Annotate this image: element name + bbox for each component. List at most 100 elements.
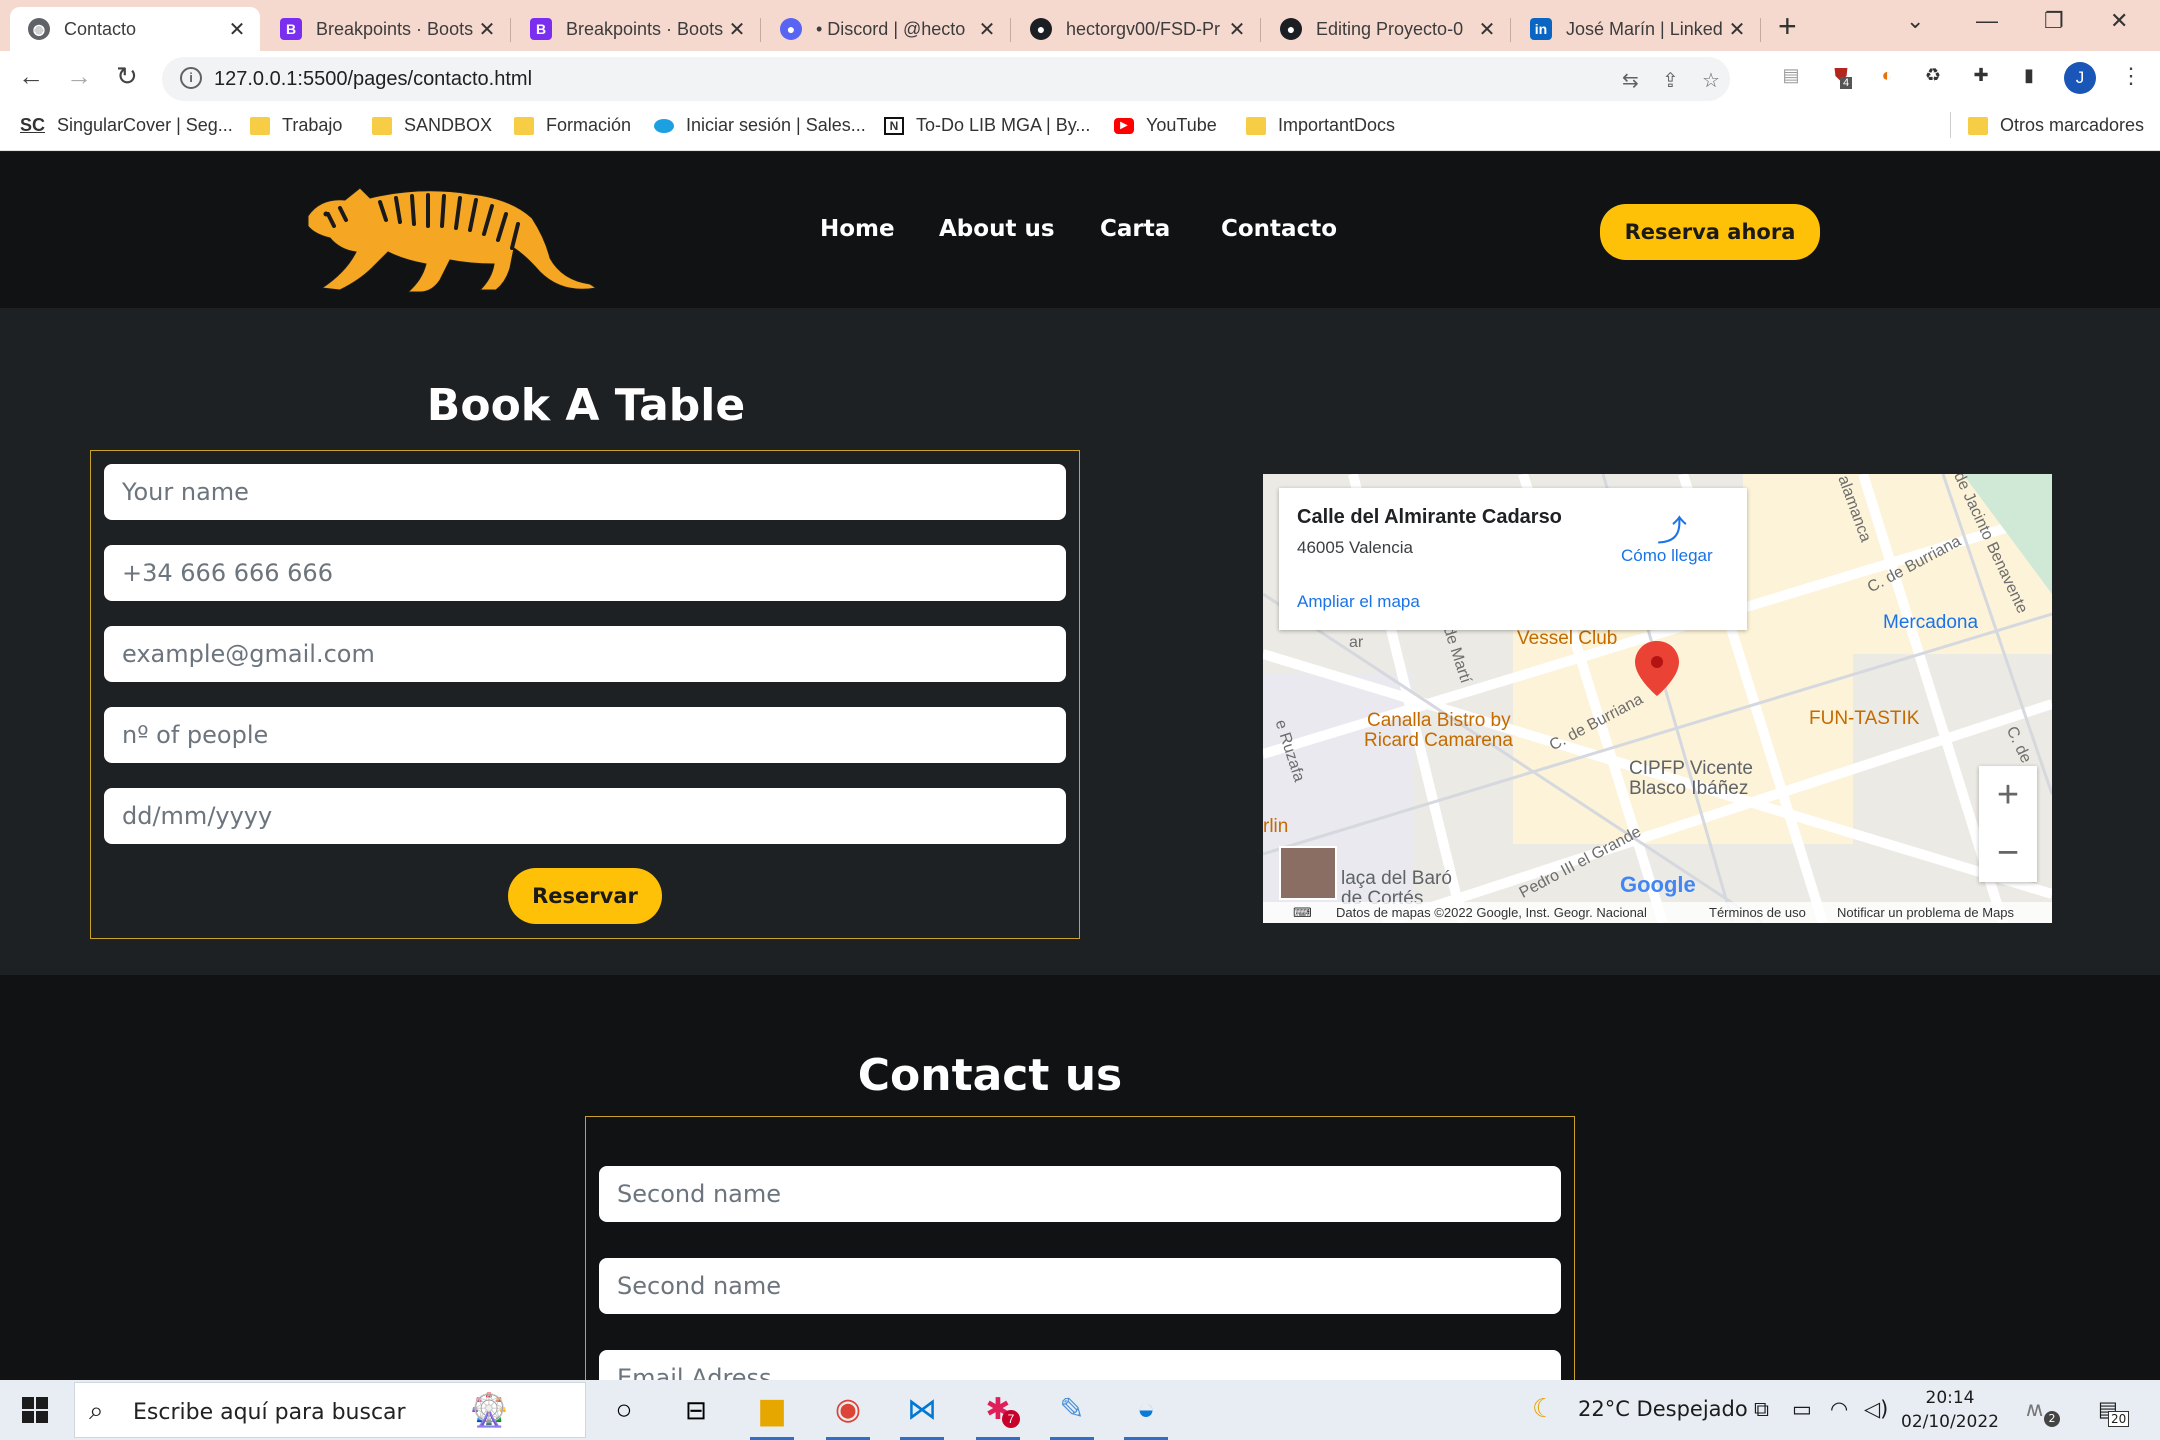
terms-link[interactable]: Términos de uso (1709, 905, 1806, 920)
tab-breakpoints-2[interactable]: B Breakpoints · Boots ✕ (512, 7, 760, 51)
share-icon[interactable]: ⇪ (1662, 68, 1679, 93)
close-icon[interactable]: ✕ (1476, 17, 1498, 42)
forward-icon[interactable]: → (66, 61, 92, 92)
linkedin-icon: in (1530, 18, 1552, 40)
extension-tab-icon[interactable]: ▤ (1778, 65, 1804, 91)
tiger-logo[interactable] (300, 168, 600, 298)
date-input[interactable] (104, 788, 1066, 844)
reload-icon[interactable]: ↻ (116, 61, 138, 92)
site-info-icon[interactable]: i (180, 67, 202, 89)
screen-icon[interactable]: ⧉ (1754, 1397, 1769, 1422)
restore-icon[interactable]: ❐ (2044, 8, 2064, 34)
file-explorer-icon[interactable]: ▆ (750, 1388, 794, 1440)
tab-breakpoints-1[interactable]: B Breakpoints · Boots ✕ (262, 7, 510, 51)
bookmark-trabajo[interactable]: Trabajo (250, 115, 342, 136)
clock[interactable]: 20:14 02/10/2022 (1900, 1386, 2000, 1434)
bookmark-label: Formación (546, 115, 632, 135)
edge-icon[interactable]: ◒ (1124, 1388, 1168, 1440)
minimize-icon[interactable]: — (1976, 8, 1998, 34)
folder-icon (1246, 116, 1266, 135)
taskbar-search[interactable]: ⌕ Escribe aquí para buscar 🎡 (74, 1382, 586, 1438)
poi-canalla-bistro[interactable]: Canalla Bistro by (1367, 710, 1511, 732)
paint-icon[interactable]: ✎ (1050, 1388, 1094, 1440)
poi-placa-baro[interactable]: laça del Baró (1341, 868, 1452, 890)
cortana-icon[interactable]: ○ (602, 1388, 646, 1432)
close-icon[interactable]: ✕ (476, 17, 498, 42)
zoom-out-button[interactable]: − (1979, 824, 2037, 882)
new-tab-icon[interactable]: + (1778, 8, 1797, 45)
profile-avatar[interactable]: J (2064, 62, 2096, 94)
poi-vessel-club[interactable]: Vessel Club (1517, 628, 1617, 650)
poi-mercadona[interactable]: Mercadona (1883, 612, 1978, 634)
poi-cipfp[interactable]: CIPFP Vicente (1629, 758, 1753, 780)
weather-text[interactable]: 22°C Despejado (1578, 1397, 1748, 1421)
map-place-address: 46005 Valencia (1297, 538, 1413, 557)
extensions-puzzle-icon[interactable]: ✚ (1968, 65, 1994, 91)
bookmark-star-icon[interactable]: ☆ (1702, 68, 1720, 93)
window-close-icon[interactable]: ✕ (2110, 8, 2128, 34)
second-name-input[interactable] (599, 1166, 1561, 1222)
tab-github-editing[interactable]: ● Editing Proyecto-0 ✕ (1262, 7, 1510, 51)
side-panel-icon[interactable]: ▮ (2016, 65, 2042, 91)
reserva-ahora-button[interactable]: Reserva ahora (1600, 204, 1820, 260)
bookmark-formacion[interactable]: Formación (514, 115, 631, 136)
close-icon[interactable]: ✕ (726, 17, 748, 42)
meet-now-icon[interactable]: ʍ2 (2026, 1397, 2060, 1427)
directions-icon[interactable]: ⤴ (1657, 506, 1687, 550)
zoom-in-button[interactable]: + (1979, 766, 2037, 824)
google-map[interactable]: Vessel Club Mercadona FUN-TASTIK Canalla… (1263, 474, 2052, 923)
menu-kebab-icon[interactable]: ⋮ (2120, 63, 2142, 89)
bookmark-importantdocs[interactable]: ImportantDocs (1246, 115, 1395, 136)
close-icon[interactable]: ✕ (976, 17, 998, 42)
tab-discord[interactable]: ● • Discord | @hecto ✕ (762, 7, 1010, 51)
task-view-icon[interactable]: ⊟ (674, 1388, 718, 1432)
name-input[interactable] (104, 464, 1066, 520)
close-icon[interactable]: ✕ (1726, 17, 1748, 42)
phone-input[interactable] (104, 545, 1066, 601)
poi-fun-tastik[interactable]: FUN-TASTIK (1809, 708, 1919, 730)
tab-contacto[interactable]: ◍ Contacto ✕ (10, 7, 260, 51)
bookmark-otros-marcadores[interactable]: Otros marcadores (1968, 115, 2144, 136)
bookmark-sandbox[interactable]: SANDBOX (372, 115, 492, 136)
volume-icon[interactable]: ◁) (1864, 1397, 1888, 1421)
second-name-input-2[interactable] (599, 1258, 1561, 1314)
notification-center-icon[interactable]: ▤ 20 (2098, 1397, 2130, 1427)
nav-carta[interactable]: Carta (1100, 216, 1170, 242)
reservar-button[interactable]: Reservar (508, 868, 662, 924)
enlarge-map-link[interactable]: Ampliar el mapa (1297, 592, 1420, 612)
tab-linkedin[interactable]: in José Marín | Linked ✕ (1512, 7, 1760, 51)
chrome-icon[interactable]: ◉ (826, 1388, 870, 1440)
moon-weather-icon[interactable]: ☾ (1532, 1394, 1555, 1424)
email-address-input[interactable] (599, 1350, 1561, 1380)
wifi-icon[interactable]: ◠ (1830, 1397, 1848, 1421)
windows-start-icon[interactable] (22, 1397, 48, 1423)
close-icon[interactable]: ✕ (226, 17, 248, 42)
email-input[interactable] (104, 626, 1066, 682)
url-text[interactable]: 127.0.0.1:5500/pages/contacto.html (214, 68, 532, 91)
close-icon[interactable]: ✕ (1226, 17, 1248, 42)
directions-link[interactable]: Cómo llegar (1621, 546, 1713, 566)
tab-search-chevron-icon[interactable]: ⌄ (1906, 8, 1924, 34)
keyboard-icon[interactable]: ⌨ (1293, 905, 1312, 921)
vscode-icon[interactable]: ⋈ (900, 1388, 944, 1440)
recycle-icon[interactable]: ♻ (1920, 65, 1946, 91)
poi-cipfp-sub: Blasco Ibáñez (1629, 778, 1749, 799)
ublock-icon[interactable]: ⛊ 4 (1828, 65, 1854, 91)
battery-icon[interactable]: ▭ (1792, 1397, 1812, 1421)
nav-contacto[interactable]: Contacto (1221, 216, 1337, 242)
bookmark-todo[interactable]: N To-Do LIB MGA | By... (884, 115, 1090, 136)
address-bar[interactable]: i 127.0.0.1:5500/pages/contacto.html ⇆ ⇪… (162, 57, 1730, 101)
bookmark-singularcover[interactable]: SC SingularCover | Seg... (20, 115, 233, 136)
nav-home[interactable]: Home (820, 216, 895, 242)
back-icon[interactable]: ← (18, 61, 44, 92)
bookmark-youtube[interactable]: ▶ YouTube (1114, 115, 1217, 136)
slack-icon[interactable]: ✱ 7 (976, 1388, 1020, 1440)
bookmark-salesforce[interactable]: Iniciar sesión | Sales... (654, 115, 866, 136)
nav-about-us[interactable]: About us (939, 216, 1055, 242)
satellite-toggle[interactable] (1279, 846, 1337, 900)
tab-github-fsd[interactable]: ● hectorgv00/FSD-Pr ✕ (1012, 7, 1260, 51)
translate-icon[interactable]: ⇆ (1622, 68, 1639, 93)
extension-orbit-icon[interactable]: ◐ (1874, 65, 1900, 91)
people-input[interactable] (104, 707, 1066, 763)
report-problem-link[interactable]: Notificar un problema de Maps (1837, 905, 2014, 920)
